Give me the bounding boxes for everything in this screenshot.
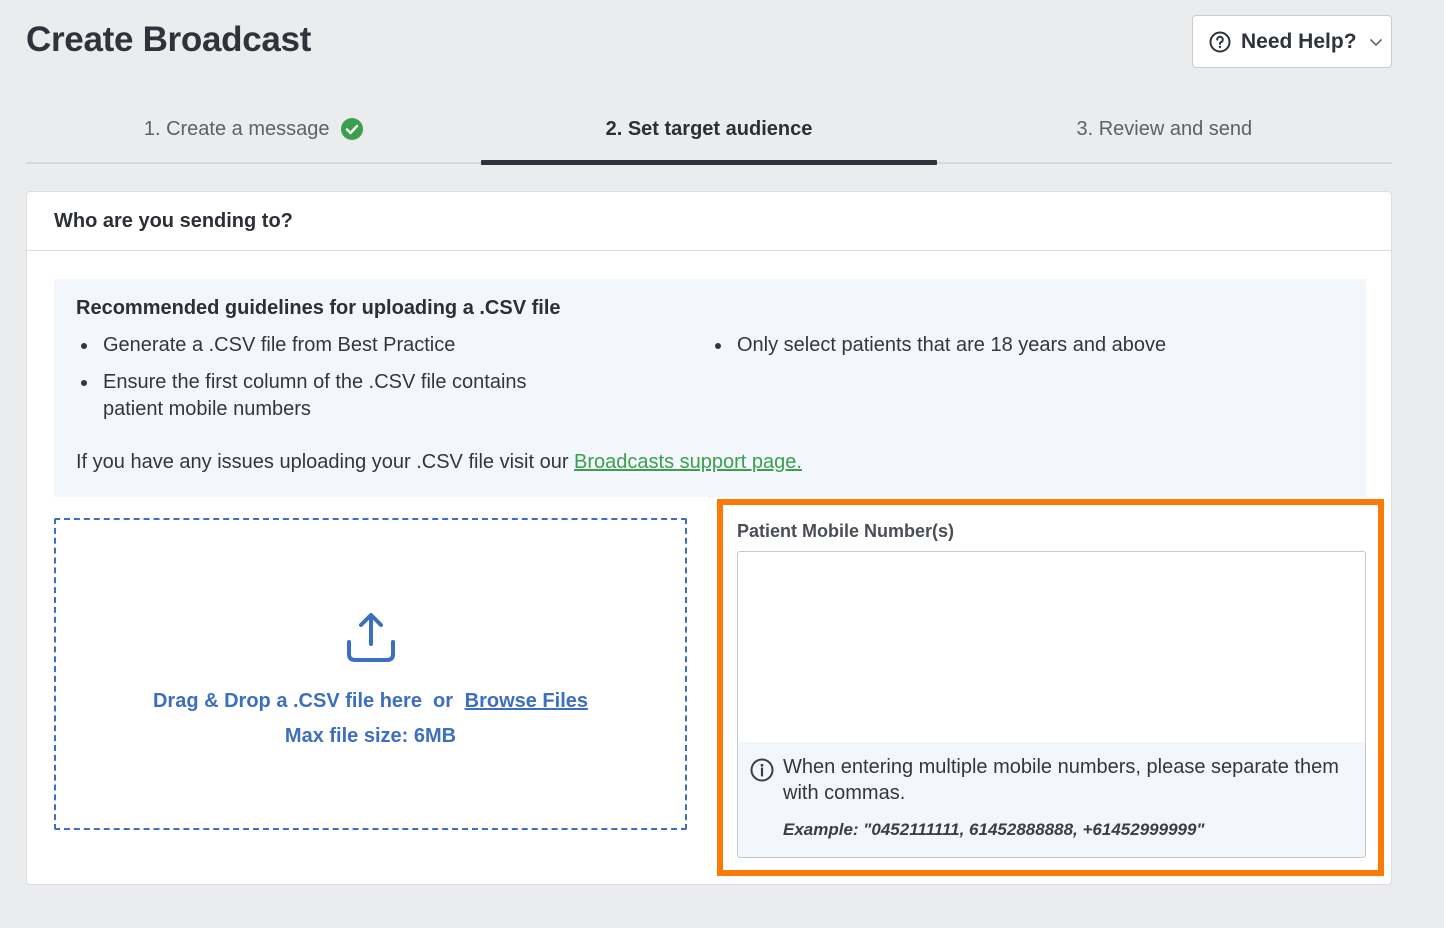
help-message: When entering multiple mobile numbers, p… (783, 756, 1339, 804)
max-file-size: Max file size: 6MB (284, 725, 457, 747)
check-circle-icon (341, 118, 364, 140)
upload-icon (346, 613, 395, 662)
dropzone-text: Drag & Drop a .CSV file here or (152, 690, 454, 712)
question-circle-icon (1209, 31, 1231, 53)
broadcasts-support-link[interactable]: Broadcasts support page. (574, 451, 802, 473)
csv-dropzone[interactable]: Drag & Drop a .CSV file here or Browse F… (54, 518, 687, 830)
list-item: Ensure the first column of the .CSV file… (76, 369, 576, 423)
guidelines-heading: Recommended guidelines for uploading a .… (76, 297, 561, 319)
page-title: Create Broadcast (26, 20, 312, 59)
step-review-and-send[interactable]: 3. Review and send (937, 104, 1392, 162)
list-item: Generate a .CSV file from Best Practice (76, 332, 576, 359)
phone-numbers-input[interactable] (737, 551, 1366, 743)
info-icon (750, 758, 774, 782)
support-note-text: If you have any issues uploading your .C… (76, 451, 569, 473)
phone-numbers-label: Patient Mobile Number(s) (737, 521, 955, 541)
browse-files-link[interactable]: Browse Files (465, 690, 588, 712)
need-help-label: Need Help? (1241, 29, 1357, 53)
example-text: Example: "0452111111, 61452888888, +6145… (783, 820, 1205, 839)
step-label: 1. Create a message (143, 117, 330, 140)
card-title: Who are you sending to? (27, 192, 1391, 251)
csv-guidelines: Recommended guidelines for uploading a .… (54, 279, 1366, 497)
step-create-message[interactable]: 1. Create a message (26, 104, 481, 162)
step-label: 2. Set target audience (605, 117, 813, 140)
stepper: 1. Create a message 2. Set target audien… (26, 104, 1392, 165)
step-set-target-audience[interactable]: 2. Set target audience (481, 104, 937, 165)
audience-card: Who are you sending to? Recommended guid… (26, 191, 1392, 885)
step-label: 3. Review and send (1076, 117, 1253, 140)
phone-numbers-help: When entering multiple mobile numbers, p… (737, 742, 1366, 858)
chevron-down-icon (1369, 35, 1383, 49)
need-help-button[interactable]: Need Help? (1192, 15, 1392, 68)
support-note: If you have any issues uploading your .C… (76, 451, 802, 474)
list-item: Only select patients that are 18 years a… (710, 332, 1210, 359)
dropzone-instructions: Drag & Drop a .CSV file here or Browse F… (153, 690, 588, 713)
